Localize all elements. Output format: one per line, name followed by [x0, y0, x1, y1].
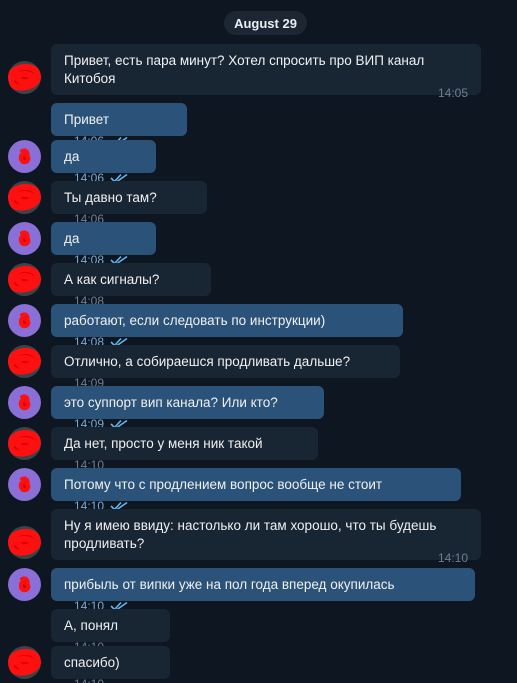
date-separator: August 29 — [224, 11, 307, 35]
redacted-scribble-icon — [8, 184, 41, 211]
redacted-scribble-icon — [8, 266, 41, 293]
message-bubble-incoming[interactable]: спасибо) 14:10 — [51, 646, 170, 683]
message-bubble-outgoing[interactable]: работают, если следовать по инструкции) … — [51, 304, 403, 349]
message-text: Привет — [64, 112, 110, 127]
message-text: Ты давно там? — [64, 190, 157, 205]
message-meta: 14:05 — [64, 84, 468, 102]
user-avatar[interactable] — [8, 568, 41, 601]
redacted-scribble-icon — [18, 148, 31, 165]
message-text: прибыль от випки уже на пол года вперед … — [64, 577, 395, 592]
contact-avatar[interactable] — [8, 181, 41, 214]
message-bubble-incoming[interactable]: А, понял 14:10 — [51, 609, 170, 654]
message-text: да — [64, 231, 80, 246]
redacted-scribble-icon — [18, 230, 31, 247]
message-bubble-incoming[interactable]: Привет, есть пара минут? Хотел спросить … — [51, 44, 481, 100]
message-bubble-outgoing[interactable]: да 14:08 — [51, 222, 156, 267]
contact-avatar[interactable] — [8, 427, 41, 460]
user-avatar[interactable] — [8, 222, 41, 255]
redacted-scribble-icon — [8, 649, 41, 676]
message-bubble-incoming[interactable]: Отлично, а собираешся продливать дальше?… — [51, 345, 400, 390]
message-text: Ну я имею ввиду: настолько ли там хорошо… — [64, 518, 437, 551]
message-time: 14:10 — [74, 675, 104, 683]
contact-avatar[interactable] — [8, 61, 41, 94]
message-bubble-incoming[interactable]: Ну я имею ввиду: настолько ли там хорошо… — [51, 509, 481, 565]
message-text: спасибо) — [64, 655, 120, 670]
contact-avatar[interactable] — [8, 526, 41, 559]
message-bubble-outgoing[interactable]: да 14:06 — [51, 140, 156, 185]
message-bubble-outgoing[interactable]: это суппорт вип канала? Или кто? 14:09 — [51, 386, 324, 431]
message-text: работают, если следовать по инструкции) — [64, 313, 326, 328]
user-avatar[interactable] — [8, 304, 41, 337]
user-avatar[interactable] — [8, 386, 41, 419]
message-bubble-outgoing[interactable]: Привет 14:06 — [51, 103, 187, 148]
message-text: А, понял — [64, 618, 118, 633]
redacted-scribble-icon — [18, 394, 31, 411]
redacted-scribble-icon — [18, 476, 31, 493]
message-text: да — [64, 149, 80, 164]
user-avatar[interactable] — [8, 140, 41, 173]
message-text: это суппорт вип канала? Или кто? — [64, 395, 278, 410]
message-text: Потому что с продлением вопрос вообще не… — [64, 477, 383, 492]
message-meta: 14:10 — [64, 549, 468, 567]
contact-avatar[interactable] — [8, 646, 41, 679]
message-text: А как сигналы? — [64, 272, 160, 287]
message-bubble-incoming[interactable]: Да нет, просто у меня ник такой 14:10 — [51, 427, 318, 472]
redacted-scribble-icon — [8, 348, 41, 375]
message-bubble-outgoing[interactable]: Потому что с продлением вопрос вообще не… — [51, 468, 461, 513]
redacted-scribble-icon — [8, 430, 41, 457]
user-avatar[interactable] — [8, 468, 41, 501]
redacted-scribble-icon — [18, 576, 31, 593]
redacted-scribble-icon — [18, 312, 31, 329]
message-text: Привет, есть пара минут? Хотел спросить … — [64, 53, 425, 86]
message-time: 14:10 — [437, 551, 468, 565]
redacted-scribble-icon — [8, 64, 41, 91]
message-text: Да нет, просто у меня ник такой — [64, 436, 263, 451]
redacted-scribble-icon — [8, 529, 41, 556]
message-meta: 14:10 — [74, 675, 104, 683]
message-bubble-outgoing[interactable]: прибыль от випки уже на пол года вперед … — [51, 568, 475, 613]
message-text: Отлично, а собираешся продливать дальше? — [64, 354, 351, 369]
message-bubble-incoming[interactable]: Ты давно там? 14:06 — [51, 181, 207, 226]
message-time: 14:05 — [437, 86, 468, 100]
contact-avatar[interactable] — [8, 263, 41, 296]
contact-avatar[interactable] — [8, 345, 41, 378]
message-bubble-incoming[interactable]: А как сигналы? 14:08 — [51, 263, 211, 308]
